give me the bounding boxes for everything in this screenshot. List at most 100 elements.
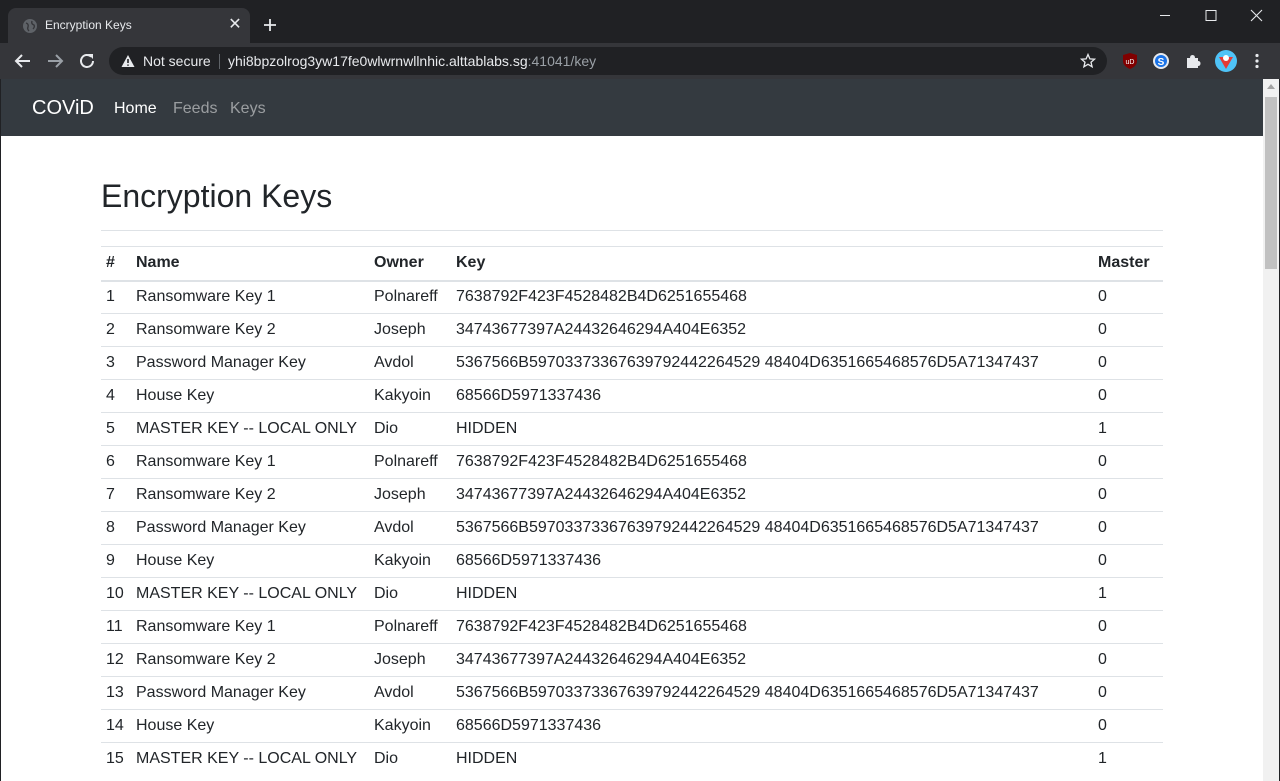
key-owner: Avdol [369, 676, 451, 710]
warning-icon[interactable] [121, 54, 135, 68]
table-row: 11 Ransomware Key 1 Polnareff 7638792F423F4… [101, 610, 1163, 644]
back-icon[interactable] [13, 51, 33, 71]
table-row: 15 MASTER KEY -- LOCAL ONLY Dio HIDDEN 1 [101, 742, 1163, 776]
row-number: 11 [101, 610, 131, 644]
browser-tab[interactable]: Encryption Keys ✕ [8, 8, 250, 43]
page-title: Encryption Keys [101, 178, 333, 214]
row-number: 10 [101, 577, 131, 611]
master-flag: 1 [1093, 742, 1163, 776]
key-value: 7638792F423F4528482B4D6251655468 [451, 445, 1093, 479]
key-value: 34743677397A24432646294A404E6352 [451, 643, 1093, 677]
key-value: HIDDEN [451, 412, 1093, 446]
key-value: 34743677397A24432646294A404E6352 [451, 478, 1093, 512]
row-number: 13 [101, 676, 131, 710]
key-owner: Kakyoin [369, 544, 451, 578]
table-row: 9 House Key Kakyoin 68566D5971337436 0 [101, 544, 1163, 578]
row-number: 7 [101, 478, 131, 512]
key-value: 5367566B59703373367639792442264529 48404… [451, 676, 1093, 710]
master-flag: 0 [1093, 313, 1163, 347]
key-owner: Polnareff [369, 445, 451, 479]
key-owner: Avdol [369, 511, 451, 545]
table-row: 12 Ransomware Key 2 Joseph 34743677397A2443… [101, 643, 1163, 677]
page-scrollbar[interactable] [1263, 79, 1279, 781]
key-name: MASTER KEY -- LOCAL ONLY [131, 412, 369, 446]
browser-menu-icon[interactable] [1248, 52, 1266, 70]
master-flag: 0 [1093, 379, 1163, 413]
key-owner: Dio [369, 577, 451, 611]
nav-link-keys[interactable]: Keys [230, 100, 266, 118]
key-name: Ransomware Key 1 [131, 610, 369, 644]
master-flag: 0 [1093, 709, 1163, 743]
table-row: 13 Password Manager Key Avdol 5367566B59703… [101, 676, 1163, 710]
key-owner: Kakyoin [369, 709, 451, 743]
bookmark-star-icon[interactable] [1080, 53, 1096, 69]
table-row: 6 Ransomware Key 1 Polnareff 7638792F423F45… [101, 445, 1163, 479]
master-flag: 0 [1093, 676, 1163, 710]
column-header-owner: Owner [369, 246, 451, 282]
browser-toolbar: Not secure yhi8bpzolrog3yw17fe0wlwrnwlln… [0, 43, 1280, 79]
key-value: 34743677397A24432646294A404E6352 [451, 313, 1093, 347]
tab-close-icon[interactable]: ✕ [226, 16, 244, 34]
table-row: 3 Password Manager Key Avdol 5367566B597033… [101, 346, 1163, 380]
key-name: MASTER KEY -- LOCAL ONLY [131, 742, 369, 776]
key-owner: Polnareff [369, 610, 451, 644]
row-number: 1 [101, 280, 131, 314]
row-number: 4 [101, 379, 131, 413]
column-header-key: Key [451, 246, 1093, 282]
nav-link-home[interactable]: Home [114, 100, 157, 118]
maximize-icon[interactable] [1188, 0, 1234, 32]
key-name: Ransomware Key 1 [131, 280, 369, 314]
extension-s-icon[interactable]: S [1152, 52, 1170, 70]
forward-icon[interactable] [45, 51, 65, 71]
page-viewport: COViD Home Feeds Keys Encryption Keys # … [1, 79, 1263, 781]
column-header-master: Master [1093, 246, 1163, 282]
navbar-brand[interactable]: COViD [32, 97, 94, 120]
reload-icon[interactable] [77, 51, 97, 71]
extensions-puzzle-icon[interactable] [1184, 52, 1202, 70]
address-bar[interactable]: Not secure yhi8bpzolrog3yw17fe0wlwrnwlln… [109, 47, 1107, 75]
row-number: 14 [101, 709, 131, 743]
row-number: 8 [101, 511, 131, 545]
scroll-up-arrow-icon[interactable] [1267, 84, 1275, 89]
key-value: HIDDEN [451, 577, 1093, 611]
master-flag: 1 [1093, 412, 1163, 446]
nav-link-feeds[interactable]: Feeds [173, 100, 217, 118]
row-number: 9 [101, 544, 131, 578]
table-row: 7 Ransomware Key 2 Joseph 34743677397A24432… [101, 478, 1163, 512]
table-row: 2 Ransomware Key 2 Joseph 34743677397A24432… [101, 313, 1163, 347]
key-owner: Dio [369, 412, 451, 446]
security-label[interactable]: Not secure [143, 53, 211, 69]
new-tab-icon[interactable] [260, 15, 280, 35]
key-value: 7638792F423F4528482B4D6251655468 [451, 610, 1093, 644]
key-value: 68566D5971337436 [451, 709, 1093, 743]
row-number: 6 [101, 445, 131, 479]
master-flag: 0 [1093, 445, 1163, 479]
url-text[interactable]: yhi8bpzolrog3yw17fe0wlwrnwllnhic.alttabl… [228, 53, 596, 69]
table-body: 1 Ransomware Key 1 Polnareff 7638792F423F45… [101, 280, 1163, 776]
key-owner: Polnareff [369, 280, 451, 314]
master-flag: 0 [1093, 643, 1163, 677]
key-name: Ransomware Key 2 [131, 313, 369, 347]
key-owner: Joseph [369, 643, 451, 677]
key-name: Ransomware Key 2 [131, 478, 369, 512]
window-close-icon[interactable] [1234, 0, 1280, 32]
key-owner: Dio [369, 742, 451, 776]
key-name: House Key [131, 544, 369, 578]
scrollbar-thumb[interactable] [1265, 97, 1277, 269]
globe-icon [23, 19, 37, 33]
table-header-row: # Name Owner Key Master [101, 246, 1163, 282]
key-name: Password Manager Key [131, 676, 369, 710]
url-host: yhi8bpzolrog3yw17fe0wlwrnwllnhic.alttabl… [228, 53, 528, 69]
site-navbar: COViD Home Feeds Keys [1, 79, 1263, 136]
ublock-origin-icon[interactable]: uD [1121, 52, 1139, 70]
master-flag: 1 [1093, 577, 1163, 611]
key-owner: Joseph [369, 478, 451, 512]
key-value: HIDDEN [451, 742, 1093, 776]
key-name: MASTER KEY -- LOCAL ONLY [131, 577, 369, 611]
key-name: Password Manager Key [131, 511, 369, 545]
table-row: 14 House Key Kakyoin 68566D5971337436 0 [101, 709, 1163, 743]
profile-avatar-icon[interactable] [1215, 50, 1237, 72]
table-row: 10 MASTER KEY -- LOCAL ONLY Dio HIDDEN 1 [101, 577, 1163, 611]
key-value: 7638792F423F4528482B4D6251655468 [451, 280, 1093, 314]
minimize-icon[interactable] [1142, 0, 1188, 32]
